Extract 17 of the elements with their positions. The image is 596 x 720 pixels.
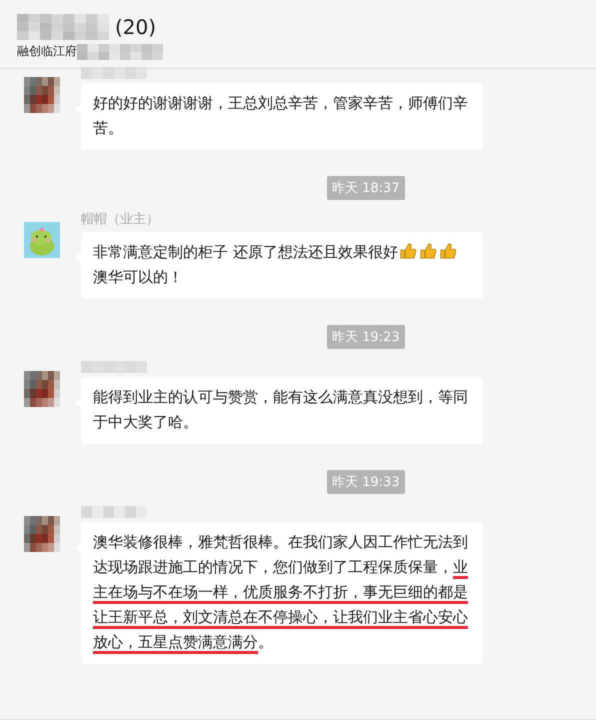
timestamp: 昨天 19:33	[327, 470, 405, 494]
sender-name: 帽帽（业主）	[81, 212, 159, 228]
message-text: 澳华可以的！	[93, 268, 183, 286]
frog-avatar-drawing	[24, 222, 60, 258]
redacted-sender-name	[81, 506, 147, 518]
thumbs-up-icon	[418, 242, 437, 260]
redacted-sender-name	[81, 67, 147, 79]
timestamp: 昨天 19:23	[327, 325, 405, 349]
message-text: 好的好的谢谢谢谢，王总刘总辛苦，管家辛苦，师傅们辛苦。	[93, 93, 469, 139]
message-text: 非常满意定制的柜子 还原了想法还且效果很好	[93, 243, 398, 261]
thumbs-up-icon	[438, 242, 457, 260]
chat-subtitle: 融创临江府	[17, 43, 77, 60]
thumbs-up-icon	[398, 242, 417, 260]
redacted-sender-name	[81, 361, 147, 373]
timestamp: 昨天 18:37	[327, 176, 405, 200]
message-text: 能得到业主的认可与赞赏，能有这么满意真没想到，等同于中大奖了哈。	[93, 387, 469, 433]
chat-title: (20)	[115, 15, 156, 39]
